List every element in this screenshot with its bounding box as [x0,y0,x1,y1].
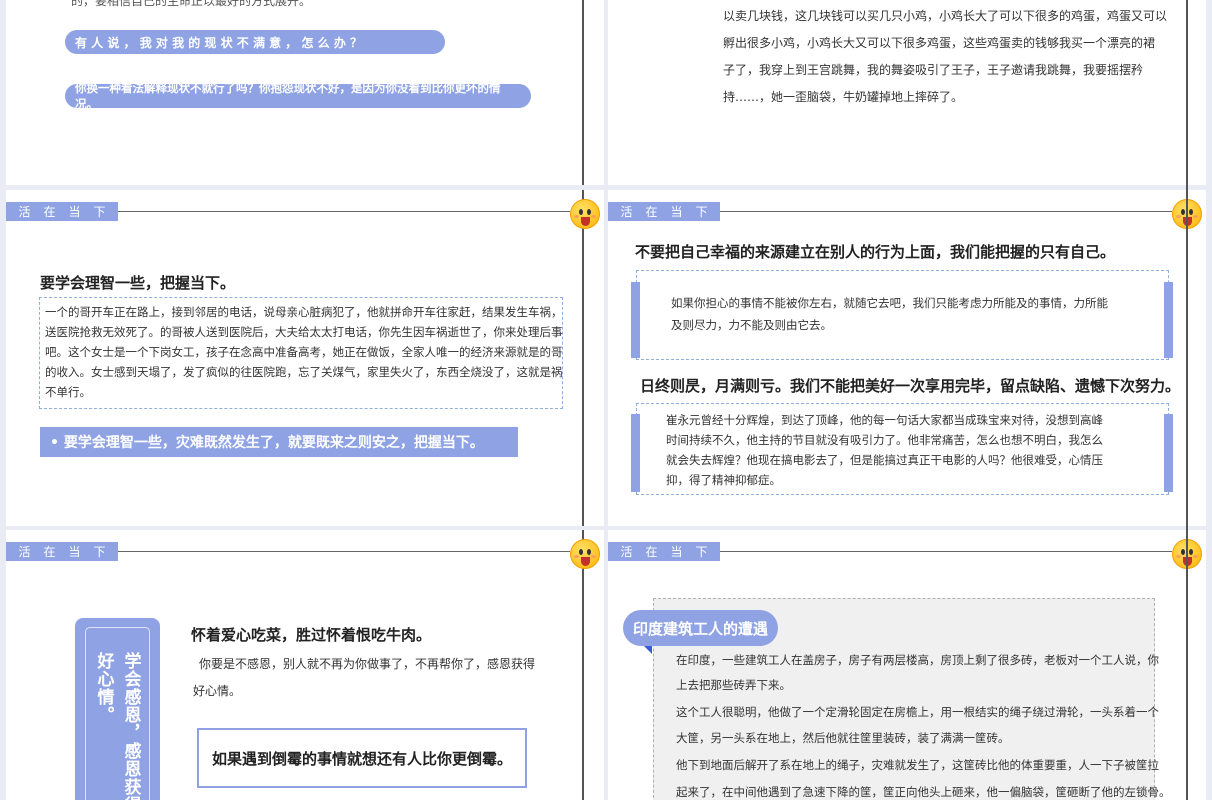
quote-bar-left [631,414,640,492]
divider-line [582,190,584,526]
story-line: 他下到地面后解开了系在地上的绳子，灾难就发生了，这筐砖比他的体重要重，人一下子被… [676,758,1159,772]
header-line [720,211,1172,212]
vertical-title-col: 学会感恩，感恩获得 [120,652,141,800]
quote-line: 就会失去辉煌？他现在搞电影去了，但是能搞过真正干电影的人吗？他很难受，心情压 [666,453,1103,467]
slide-4[interactable]: 活在当下 不要把自己幸福的来源建立在别人的行为上面，我们能把握的只有自己。 如果… [608,190,1206,526]
section-tag: 活在当下 [608,202,720,221]
vertical-title-card: 学会感恩，感恩获得 好心情。 [75,618,160,800]
slide1-top-text: 的，要相信自己的生命正以最好的方式展开。 [71,0,312,8]
slide3-heading: 要学会理智一些，把握当下。 [40,274,236,292]
story-line: 一个的哥开车正在路上，接到邻居的电话，说母亲心脏病犯了，他就拼命开车往家赶，结果… [45,305,563,319]
story-line: 在印度，一些建筑工人在盖房子，房子有两层楼高，房顶上剩了很多砖，老板对一个工人说… [676,653,1159,667]
section-tag: 活在当下 [608,542,720,561]
story-line: 吧。这个女士是一个下岗女工，孩子在念高中准备高考，她正在做饭，全家人唯一的经济来… [45,345,563,359]
key-point-banner: • 要学会理智一些，灾难既然发生了，就要既来之则安之，把握当下。 [40,427,518,457]
slide-6[interactable]: 活在当下 印度建筑工人的遭遇 在印度，一些建筑工人在盖房子，房子有两层楼高，房顶… [608,530,1206,800]
story-line: 以卖几块钱，这几块钱可以买几只小鸡，小鸡长大了可以下很多的鸡蛋，鸡蛋又可以 [723,9,1168,23]
quote-bar-left [631,282,640,358]
divider-line [582,0,584,185]
question-pill: 有 人 说 ， 我 对 我 的 现 状 不 满 意 ， 怎 么 办 ？ [65,30,445,54]
divider-line [582,530,584,800]
slide4-heading-1: 不要把自己幸福的来源建立在别人的行为上面，我们能把握的只有自己。 [635,243,1116,261]
header-line [118,211,570,212]
answer-pill: 你换一种看法解释现状不就行了吗？你抱怨现状不好，是因为你没看到比你更坏的情况。 [65,81,531,111]
highlight-box: 如果遇到倒霉的事情就想还有人比你更倒霉。 [197,728,527,788]
smiley-emoji-icon [570,199,600,229]
story-line: 起来了，在中间他遇到了急速下降的筐，筐正向他头上砸来，他一偏脑袋，筐砸断了他的左… [676,785,1171,799]
story-line: 送医院抢救无效死了。的哥被人送到医院后，大夫给太太打电话，你先生因车祸逝世了，你… [45,325,563,339]
vertical-title-frame: 学会感恩，感恩获得 好心情。 [85,627,150,800]
right-divider-line [1186,0,1188,800]
slide5-heading: 怀着爱心吃菜，胜过怀着恨吃牛肉。 [191,626,432,644]
quote-line: 抑，得了精神抑郁症。 [666,473,781,487]
slide-5[interactable]: 活在当下 学会感恩，感恩获得 好心情。 怀着爱心吃菜，胜过怀着恨吃牛肉。 你要是… [6,530,604,800]
highlight-text: 如果遇到倒霉的事情就想还有人比你更倒霉。 [211,749,512,768]
section-tag: 活在当下 [6,542,118,561]
quote-bar-right [1164,282,1173,358]
section-tag: 活在当下 [6,202,118,221]
body-line: 你要是不感恩，别人就不再为你做事了，不再帮你了，感恩获得 [199,657,536,671]
story-line: 的收入。女士感到天塌了，发了疯似的往医院跑，忘了关煤气，家里失火了，东西全烧没了… [45,365,563,379]
header-line [720,551,1172,552]
story-line: 上去把那些砖弄下来。 [676,678,791,692]
story-line: 持……，她一歪脑袋，牛奶罐掉地上摔碎了。 [723,90,964,104]
quote-line: 及则尽力，力不能及则由它去。 [671,318,832,332]
story-line: 这个工人很聪明，他做了一个定滑轮固定在房檐上，用一根结实的绳子绕过滑轮，一头系着… [676,705,1159,719]
slide-3[interactable]: 活在当下 要学会理智一些，把握当下。 一个的哥开车正在路上，接到邻居的电话，说母… [6,190,604,526]
story-line: 大筐，另一头系在地上，然后他就往筐里装砖，装了满满一筐砖。 [676,731,1010,745]
slide-1[interactable]: 的，要相信自己的生命正以最好的方式展开。 有 人 说 ， 我 对 我 的 现 状… [6,0,604,185]
smiley-emoji-icon [570,539,600,569]
quote-line: 如果你担心的事情不能被你左右，就随它去吧，我们只能考虑力所能及的事情，力所能 [671,296,1108,310]
vertical-title-col: 好心情。 [93,652,114,724]
quote-line: 时间持续不久，他主持的节目就没有吸引力了。他非常痛苦，怎么也想不明白，我怎么 [666,433,1103,447]
story-line: 孵出很多小鸡，小鸡长大又可以下很多鸡蛋，这些鸡蛋卖的钱够我买一个漂亮的裙 [723,36,1156,50]
header-line [118,551,570,552]
story-line: 子了，我穿上到王宫跳舞，我的舞姿吸引了王子，王子邀请我跳舞，我要摇摆矜 [723,63,1144,77]
quote-line: 崔永元曾经十分辉煌，到达了顶峰，他的每一句话大家都当成珠宝来对待，没想到高峰 [666,413,1103,427]
story-line: 不单行。 [45,385,91,399]
body-line: 好心情。 [193,684,242,698]
slide4-heading-2: 日终则昃，月满则亏。我们不能把美好一次享用完毕，留点缺陷、遗憾下次努力。 [640,377,1181,395]
slide-2[interactable]: 以卖几块钱，这几块钱可以买几只小鸡，小鸡长大了可以下很多的鸡蛋，鸡蛋又可以 孵出… [608,0,1206,185]
story-title-pill: 印度建筑工人的遭遇 [623,610,779,646]
quote-bar-right [1164,414,1173,492]
